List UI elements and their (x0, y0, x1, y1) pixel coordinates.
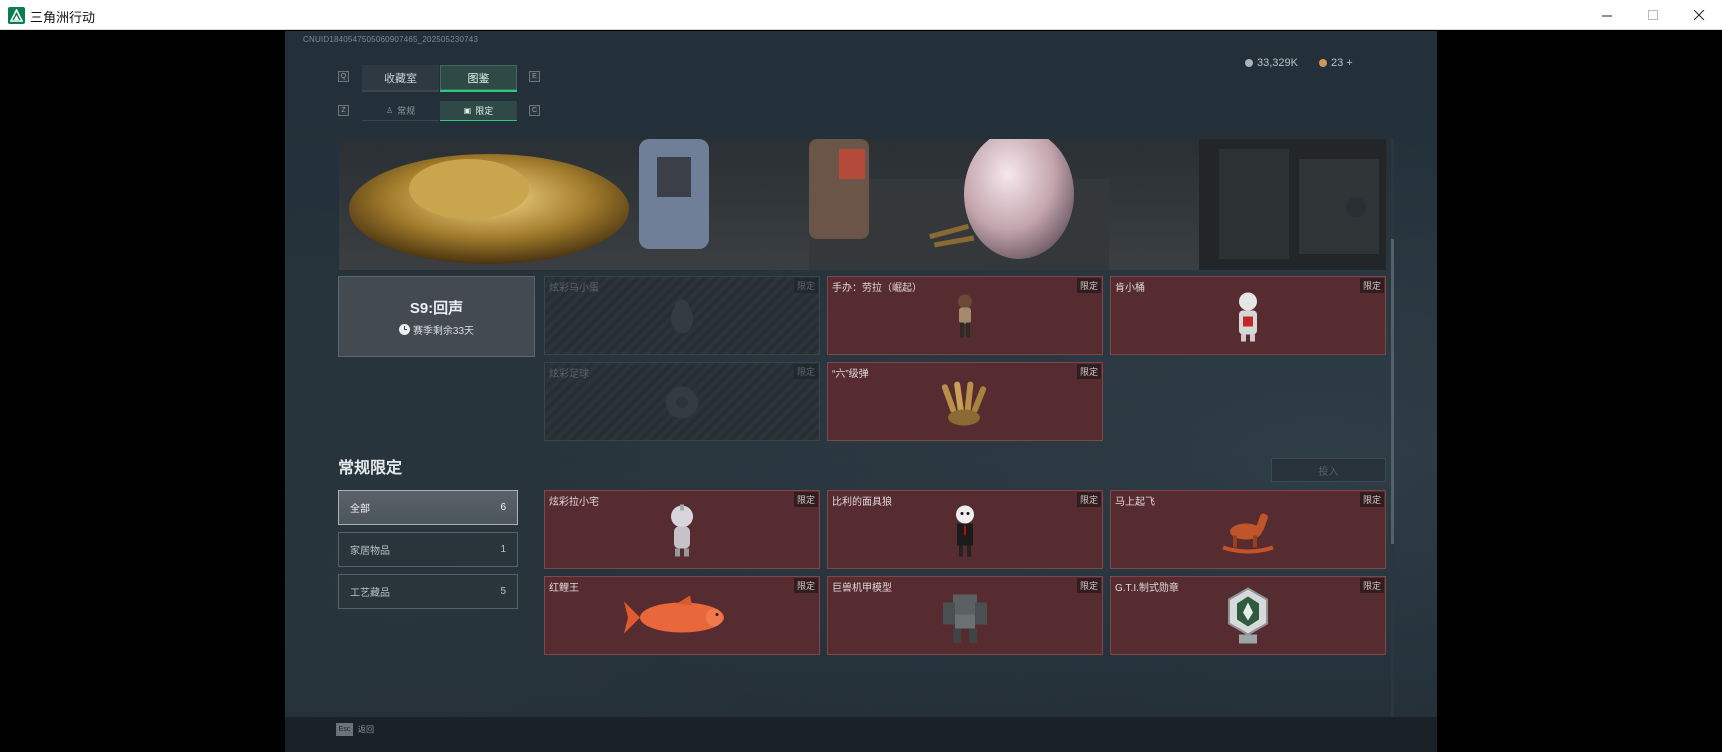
scrollbar-thumb[interactable] (1391, 239, 1394, 544)
card-limited-badge: 限定 (1076, 578, 1101, 593)
currency-coins-value: 33,329K (1257, 57, 1298, 69)
card-limited-badge: 限定 (1359, 492, 1384, 507)
season-remaining-text: 赛季剩余33天 (412, 325, 475, 337)
key-hint-c: C (529, 105, 540, 116)
filter-count: 5 (500, 586, 506, 597)
card-name: “六”级弹 (832, 369, 869, 380)
filter-craft-collectibles[interactable]: 工艺藏品 5 (338, 574, 518, 609)
currency-tokens[interactable]: 23 + (1319, 57, 1353, 69)
subtab-regular-label: 常规 (397, 106, 416, 116)
key-hint-z: Z (338, 105, 349, 116)
subtab-limited-icon: ▣ (463, 106, 472, 115)
season-remaining: 赛季剩余33天 (398, 322, 475, 337)
collectible-card[interactable]: 肯小桶 限定 (1110, 276, 1386, 355)
window-title: 三角洲行动 (30, 11, 96, 26)
card-limited-badge: 限定 (1076, 492, 1101, 507)
football-icon (662, 382, 702, 427)
subtab-limited-label: 限定 (475, 106, 494, 116)
collectible-card[interactable]: 手办：劳拉（崛起） 限定 (827, 276, 1103, 355)
tab-codex[interactable]: 图鉴 (440, 65, 517, 92)
subtab-regular[interactable]: ♙ 常规 (362, 101, 439, 121)
clock-icon (398, 323, 410, 335)
collectible-card[interactable]: 炫彩足球 限定 (544, 362, 820, 441)
tab-collection-room[interactable]: 收藏室 (362, 65, 439, 92)
filter-label: 工艺藏品 (350, 588, 390, 599)
lara-figurine-icon (950, 291, 980, 346)
doll-icon (666, 502, 698, 563)
card-name: 手办：劳拉（崛起） (832, 283, 922, 294)
subtab-limited[interactable]: ▣ 限定 (440, 101, 517, 121)
back-label: 返回 (358, 725, 374, 734)
medal-icon (1225, 586, 1271, 651)
season-banner-image (339, 139, 1386, 270)
back-hint[interactable]: Esc 返回 (336, 723, 374, 736)
game-viewport: CNUID1840547505060907465_202505230743 33… (285, 31, 1437, 752)
collectible-card[interactable]: 炫彩乌小蛋 限定 (544, 276, 820, 355)
card-name: 炫彩足球 (549, 369, 589, 380)
egg-figurine-icon (667, 296, 697, 341)
player-uid: CNUID1840547505060907465_202505230743 (303, 35, 479, 44)
window-titlebar: 三角洲行动 (0, 0, 1722, 30)
card-limited-badge: 限定 (1359, 578, 1384, 593)
card-limited-badge: 限定 (1076, 278, 1101, 293)
currency-coins: 33,329K (1245, 57, 1298, 69)
card-limited-badge: 限定 (793, 278, 818, 293)
filter-count: 6 (500, 502, 506, 513)
card-name: 巨兽机甲模型 (832, 583, 892, 594)
card-name: 炫彩乌小蛋 (549, 283, 599, 294)
card-name: G.T.I.制式勋章 (1115, 583, 1179, 594)
subtab-regular-icon: ♙ (385, 106, 394, 115)
collectible-card[interactable]: 巨兽机甲模型 限定 (827, 576, 1103, 655)
card-name: 马上起飞 (1115, 497, 1155, 508)
card-name: 炫彩拉小宅 (549, 497, 599, 508)
bottom-bar (285, 717, 1437, 752)
card-name: 红鲤王 (549, 583, 579, 594)
exchange-button[interactable]: 投入 (1271, 458, 1386, 482)
season-title: S9:回声 (409, 299, 464, 317)
minimize-button[interactable] (1584, 0, 1630, 30)
filter-count: 1 (500, 544, 506, 555)
card-name: 肯小桶 (1115, 283, 1145, 294)
filter-label: 家居物品 (350, 546, 390, 557)
collectible-card[interactable]: 红鲤王 限定 (544, 576, 820, 655)
card-limited-badge: 限定 (793, 578, 818, 593)
token-icon (1319, 59, 1327, 67)
card-limited-badge: 限定 (1076, 364, 1101, 379)
app-logo-icon (8, 7, 25, 24)
filter-label: 全部 (350, 504, 370, 515)
koi-fish-icon (622, 591, 742, 646)
card-limited-badge: 限定 (1359, 278, 1384, 293)
coin-icon (1245, 59, 1253, 67)
collectible-card[interactable]: 马上起飞 限定 (1110, 490, 1386, 569)
filter-all[interactable]: 全部 6 (338, 490, 518, 525)
scrollbar-track[interactable] (1391, 139, 1394, 721)
collectible-card[interactable]: 炫彩拉小宅 限定 (544, 490, 820, 569)
colonel-figurine-icon (1231, 290, 1265, 347)
card-limited-badge: 限定 (793, 364, 818, 379)
filter-home-items[interactable]: 家居物品 1 (338, 532, 518, 567)
currency-tokens-value: 23 + (1331, 57, 1353, 69)
esc-key-icon: Esc (336, 723, 353, 736)
collectible-card[interactable]: 比利的面具狼 限定 (827, 490, 1103, 569)
key-hint-q: Q (338, 71, 349, 82)
puppet-icon (950, 502, 980, 563)
mech-model-icon (937, 588, 993, 649)
section-title: 常规限定 (338, 460, 403, 477)
bullet-hand-icon (938, 377, 992, 432)
card-name: 比利的面具狼 (832, 497, 892, 508)
collectible-card[interactable]: “六”级弹 限定 (827, 362, 1103, 441)
card-limited-badge: 限定 (793, 492, 818, 507)
close-button[interactable] (1676, 0, 1722, 30)
maximize-button[interactable] (1630, 0, 1676, 30)
season-panel: S9:回声 赛季剩余33天 (338, 276, 535, 357)
collectible-card[interactable]: G.T.I.制式勋章 限定 (1110, 576, 1386, 655)
key-hint-e: E (529, 71, 540, 82)
rocking-horse-icon (1218, 507, 1278, 558)
